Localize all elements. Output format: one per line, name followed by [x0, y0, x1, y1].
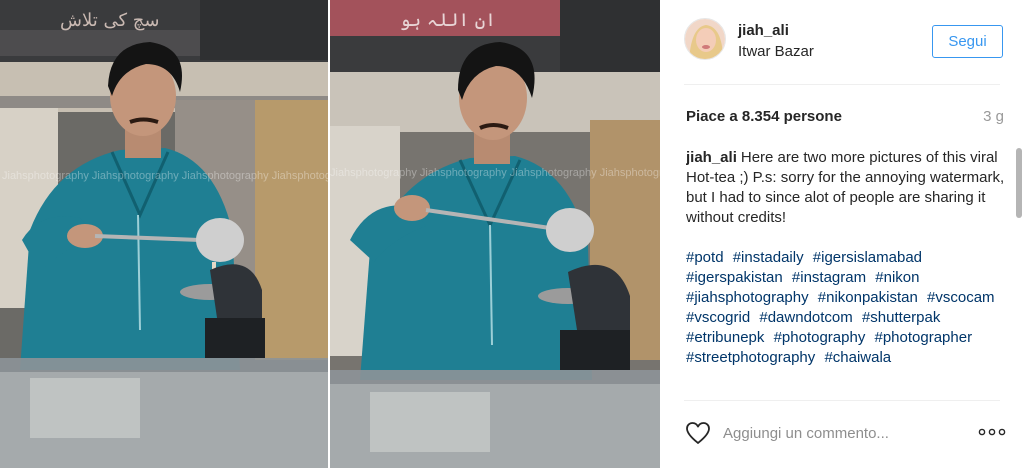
- hashtag-link[interactable]: #igersislamabad: [813, 249, 922, 266]
- heart-icon[interactable]: [685, 421, 711, 445]
- hashtag-link[interactable]: #shutterpak: [862, 309, 940, 326]
- hashtag-link[interactable]: #vscogrid: [686, 309, 750, 326]
- hashtag-link[interactable]: #dawndotcom: [759, 309, 852, 326]
- post-photo[interactable]: سچ کی تلاش Jiahsphotography Jiahsphotogr…: [0, 0, 660, 468]
- footer-divider: [684, 400, 1000, 401]
- svg-text:سچ کی تلاش: سچ کی تلاش: [60, 10, 159, 31]
- hashtag-link[interactable]: #chaiwala: [824, 349, 891, 366]
- post-timestamp[interactable]: 3 g: [983, 108, 1004, 125]
- hashtag-list: #potd #instadaily #igersislamabad #igers…: [686, 248, 1008, 368]
- avatar-image: [685, 19, 725, 59]
- hashtag-link[interactable]: #jiahsphotography: [686, 289, 809, 306]
- photo-left-half: سچ کی تلاش Jiahsphotography Jiahsphotogr…: [0, 0, 328, 468]
- post-side-panel: jiah_ali Itwar Bazar Segui Piace a 8.354…: [660, 0, 1024, 468]
- caption-username[interactable]: jiah_ali: [686, 149, 737, 166]
- header-divider: [684, 84, 1000, 85]
- tea-seller-photo-left: سچ کی تلاش: [0, 0, 328, 468]
- hashtag-link[interactable]: #photographer: [875, 329, 973, 346]
- hashtag-link[interactable]: #nikonpakistan: [818, 289, 918, 306]
- svg-text:ان اللہ ہو: ان اللہ ہو: [400, 10, 496, 31]
- photo-right-half: ان اللہ ہو Jiahsphotography Jiahsphotogr…: [330, 0, 660, 468]
- follow-button[interactable]: Segui: [932, 25, 1003, 58]
- post-header: jiah_ali Itwar Bazar Segui: [660, 0, 1024, 84]
- hashtag-link[interactable]: #instadaily: [733, 249, 804, 266]
- hashtag-link[interactable]: #photography: [774, 329, 866, 346]
- hashtag-link[interactable]: #vscocam: [927, 289, 995, 306]
- hashtag-link[interactable]: #igerspakistan: [686, 269, 783, 286]
- tea-seller-photo-right: ان اللہ ہو: [330, 0, 660, 468]
- more-options-icon[interactable]: [978, 427, 1006, 437]
- avatar[interactable]: [684, 18, 726, 60]
- hashtag-link[interactable]: #potd: [686, 249, 724, 266]
- watermark-left: Jiahsphotography Jiahsphotography Jiahsp…: [2, 170, 328, 182]
- comments-scrollbar[interactable]: [1016, 148, 1022, 218]
- username-link[interactable]: jiah_ali: [738, 22, 789, 39]
- hashtag-link[interactable]: #streetphotography: [686, 349, 815, 366]
- likes-count[interactable]: Piace a 8.354 persone: [686, 108, 842, 125]
- location-link[interactable]: Itwar Bazar: [738, 43, 814, 60]
- comments-area[interactable]: jiah_ali Here are two more pictures of th…: [686, 148, 1008, 398]
- hashtag-link[interactable]: #nikon: [875, 269, 919, 286]
- comment-input[interactable]: [723, 419, 963, 447]
- caption: jiah_ali Here are two more pictures of th…: [686, 148, 1008, 228]
- hashtag-link[interactable]: #instagram: [792, 269, 866, 286]
- hashtag-link[interactable]: #etribunepk: [686, 329, 764, 346]
- watermark-right: Jiahsphotography Jiahsphotography Jiahsp…: [330, 167, 660, 179]
